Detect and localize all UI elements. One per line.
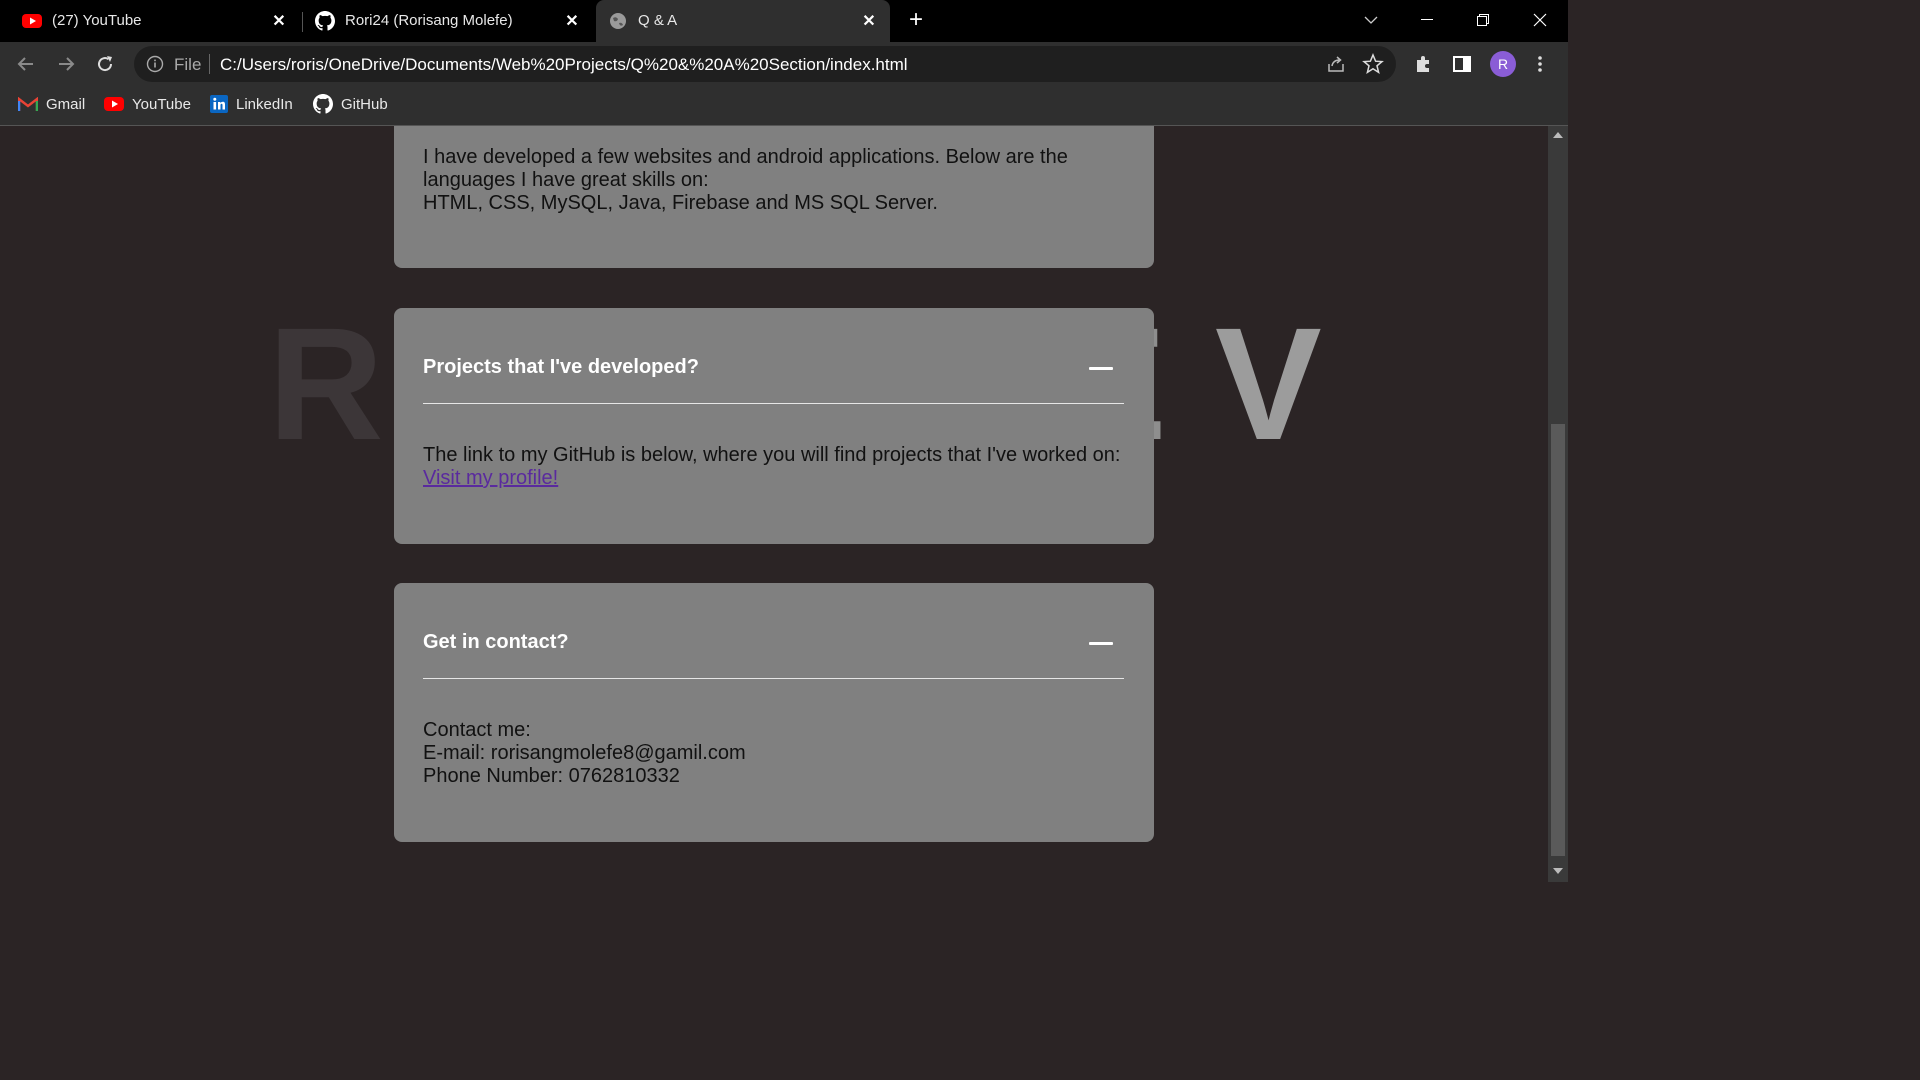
vertical-scrollbar[interactable]	[1548, 126, 1568, 882]
github-icon	[313, 94, 333, 114]
bookmark-github[interactable]: GitHub	[313, 94, 388, 114]
answer-line: The link to my GitHub is below, where yo…	[423, 444, 1121, 466]
qa-card-skills: I have developed a few websites and andr…	[394, 126, 1154, 268]
bookmark-star-icon[interactable]	[1362, 53, 1384, 80]
close-tab-icon[interactable]: ✕	[858, 10, 880, 32]
background-letter-v: V	[1215, 294, 1322, 473]
qa-answer: Contact me: E-mail: rorisangmolefe8@gami…	[423, 719, 746, 788]
scroll-up-arrow-icon[interactable]	[1553, 132, 1563, 138]
qa-card-contact: Get in contact? Contact me: E-mail: rori…	[394, 583, 1154, 842]
bookmark-label: GitHub	[341, 95, 388, 113]
gmail-icon	[18, 96, 38, 111]
background-letter-r: R	[268, 294, 384, 473]
close-tab-icon[interactable]: ✕	[268, 10, 290, 32]
collapse-icon[interactable]	[1089, 367, 1113, 370]
tab-youtube[interactable]: (27) YouTube ✕	[10, 0, 300, 42]
browser-toolbar: File C:/Users/roris/OneDrive/Documents/W…	[0, 42, 1568, 86]
tab-strip: (27) YouTube ✕ Rori24 (Rorisang Molefe) …	[0, 0, 1568, 42]
qa-card-projects: Projects that I've developed? The link t…	[394, 308, 1154, 544]
bookmark-linkedin[interactable]: LinkedIn	[210, 94, 293, 114]
menu-icon[interactable]	[1528, 52, 1552, 76]
scheme-label: File	[174, 55, 202, 74]
answer-line: Contact me:	[423, 719, 531, 741]
side-panel-icon[interactable]	[1450, 52, 1474, 76]
minimize-button[interactable]	[1399, 0, 1455, 40]
answer-line: I have developed a few websites and andr…	[423, 146, 1068, 168]
profile-avatar[interactable]: R	[1490, 51, 1516, 77]
qa-answer: I have developed a few websites and andr…	[423, 146, 1068, 215]
tab-search-icon[interactable]	[1343, 0, 1399, 40]
bookmark-label: YouTube	[132, 95, 191, 113]
back-button[interactable]	[14, 52, 38, 76]
tab-github[interactable]: Rori24 (Rorisang Molefe) ✕	[303, 0, 593, 42]
tab-title: Q & A	[638, 12, 678, 29]
close-window-button[interactable]	[1512, 0, 1568, 40]
bookmark-label: LinkedIn	[236, 95, 293, 113]
answer-line: languages I have great skills on:	[423, 169, 709, 191]
qa-question[interactable]: Projects that I've developed?	[423, 356, 699, 379]
reload-button[interactable]	[93, 52, 117, 76]
new-tab-button[interactable]: +	[904, 8, 928, 33]
youtube-icon	[22, 11, 42, 31]
answer-line: HTML, CSS, MySQL, Java, Firebase and MS …	[423, 192, 938, 214]
qa-divider	[423, 403, 1124, 404]
url-text[interactable]: C:/Users/roris/OneDrive/Documents/Web%20…	[220, 55, 908, 75]
bookmark-youtube[interactable]: YouTube	[104, 94, 191, 114]
collapse-icon[interactable]	[1089, 642, 1113, 645]
forward-button[interactable]	[54, 52, 78, 76]
globe-icon	[608, 11, 628, 31]
extensions-icon[interactable]	[1411, 52, 1435, 76]
info-icon[interactable]	[146, 55, 164, 78]
youtube-icon	[104, 97, 124, 111]
divider	[209, 54, 210, 74]
qa-answer: The link to my GitHub is below, where yo…	[423, 444, 1120, 490]
scroll-down-arrow-icon[interactable]	[1553, 868, 1563, 874]
tab-title: Rori24 (Rorisang Molefe)	[345, 12, 513, 29]
bookmark-label: Gmail	[46, 95, 86, 113]
tab-qa[interactable]: Q & A ✕	[596, 0, 890, 42]
share-icon[interactable]	[1326, 54, 1346, 79]
bookmarks-bar: Gmail YouTube LinkedIn GitHub	[0, 86, 1568, 126]
restore-button[interactable]	[1455, 0, 1511, 40]
answer-line: E-mail: rorisangmolefe8@gamil.com	[423, 742, 746, 764]
address-bar[interactable]: File C:/Users/roris/OneDrive/Documents/W…	[134, 46, 1396, 82]
linkedin-icon	[210, 95, 228, 113]
github-icon	[315, 11, 335, 31]
close-tab-icon[interactable]: ✕	[561, 10, 583, 32]
scrollbar-thumb[interactable]	[1551, 424, 1565, 856]
bookmark-gmail[interactable]: Gmail	[18, 94, 85, 114]
answer-line: Phone Number: 0762810332	[423, 765, 680, 787]
visit-profile-link[interactable]: Visit my profile!	[423, 467, 558, 489]
qa-question[interactable]: Get in contact?	[423, 631, 569, 654]
tab-title: (27) YouTube	[52, 12, 142, 29]
qa-divider	[423, 678, 1124, 679]
page-viewport: R E V I have developed a few websites an…	[0, 126, 1548, 882]
